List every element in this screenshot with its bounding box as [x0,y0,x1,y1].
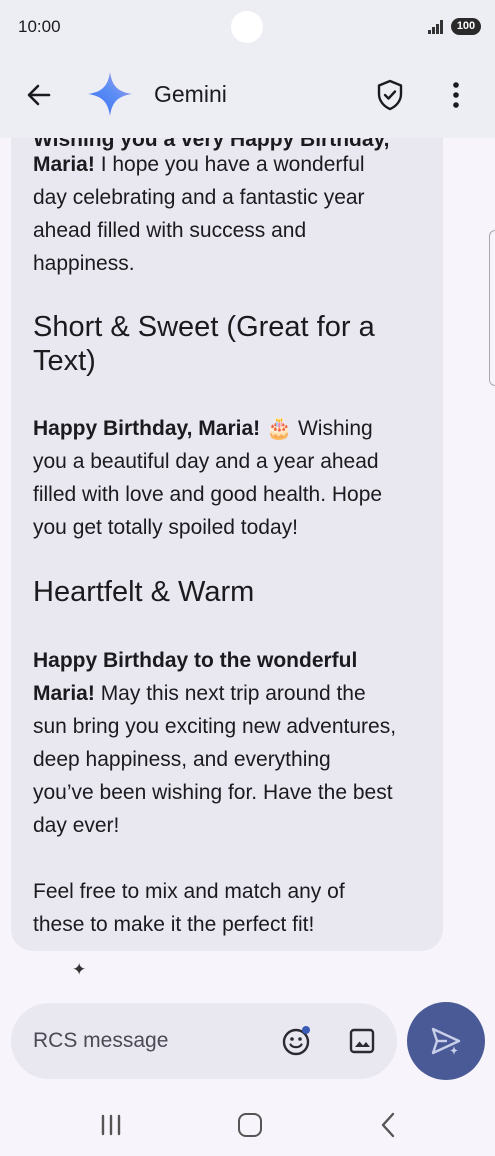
back-button[interactable] [22,78,56,112]
status-bar: 10:00 100 [0,0,495,56]
chat-area[interactable]: Wishing you a very Happy Birthday, Maria… [0,138,495,998]
scroll-indicator[interactable] [489,230,495,386]
message-text: Happy Birthday, Maria! 🎂 Wishing [33,417,373,440]
message-text: day celebrating and a fantastic year [33,186,365,209]
message-text: Happy Birthday to the wonderful [33,649,358,672]
nav-back-button[interactable] [378,1111,398,1139]
chevron-left-icon [381,1112,395,1138]
message-text: happiness. [33,252,135,275]
message-text: deep happiness, and everything [33,748,331,771]
gemini-sparkle-icon [88,72,132,116]
message-input-bar[interactable]: RCS message [11,1003,397,1079]
camera-cutout [231,11,263,43]
system-nav-bar [0,1092,495,1156]
home-button[interactable] [238,1113,262,1137]
cake-emoji: 🎂 [266,417,293,440]
message-text: Maria! I hope you have a wonderful [33,153,365,176]
app-title: Gemini [154,81,227,107]
shield-check-icon [377,79,403,111]
message-input[interactable]: RCS message [33,1029,168,1053]
recents-icon [101,1114,121,1136]
section-heading: Heartfelt & Warm [33,576,255,608]
sparkle-icon: ✦ [72,960,87,979]
recents-button[interactable] [99,1114,123,1136]
gemini-logo [86,70,134,118]
arrow-back-icon [27,84,51,106]
message-text: sun bring you exciting new adventures, [33,715,397,738]
gallery-icon [349,1028,375,1054]
message-text: you’ve been wishing for. Have the best [33,781,393,804]
gallery-button[interactable] [348,1027,376,1055]
message-text: you get totally spoiled today! [33,516,299,539]
app-bar: Gemini [0,56,495,138]
message-text: you a beautiful day and a year ahead [33,450,379,473]
section-heading: Text) [33,345,96,377]
battery-icon: 100 [451,18,481,35]
status-time: 10:00 [18,17,61,36]
message-text: filled with love and good health. Hope [33,483,383,506]
message-text: day ever! [33,814,120,837]
emoji-icon [282,1026,310,1056]
more-vert-icon [453,82,459,108]
emoji-button[interactable] [281,1025,313,1057]
send-icon [431,1027,461,1055]
signal-icon [428,20,446,34]
verified-shield-button[interactable] [374,77,406,113]
message-text: Maria! May this next trip around the [33,682,366,705]
section-heading: Short & Sweet (Great for a [33,311,375,343]
message-text: Feel free to mix and match any of [33,880,345,903]
more-options-button[interactable] [444,78,468,112]
send-button[interactable] [407,1002,485,1080]
message-text: ahead filled with success and [33,219,307,242]
message-text: these to make it the perfect fit! [33,913,315,936]
